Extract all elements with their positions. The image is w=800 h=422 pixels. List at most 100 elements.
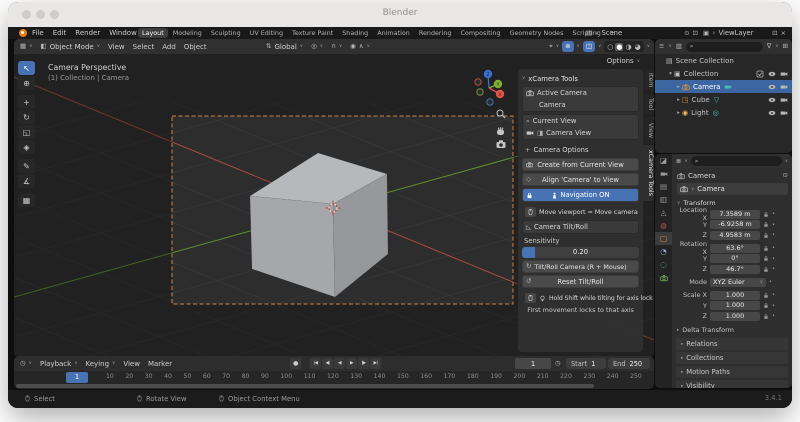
viewlayer-selector[interactable]: ▣ ∨ ViewLayer ⊡ × xyxy=(703,27,786,39)
tool-transform-button[interactable]: ◈ xyxy=(18,140,35,154)
properties-tab-tool[interactable]: ◪ xyxy=(655,154,672,167)
scene-name[interactable]: Scene xyxy=(601,29,681,37)
overlays-toggle[interactable]: ⊚ xyxy=(562,41,573,52)
lock-icon[interactable] xyxy=(763,292,769,299)
gizmo-neg-y-axis[interactable] xyxy=(477,89,483,95)
animate-dot-icon[interactable]: • xyxy=(772,292,775,298)
properties-tab-constraints[interactable]: ◔ xyxy=(655,245,672,258)
animate-dot-icon[interactable]: • xyxy=(772,222,775,228)
create-from-view-button[interactable]: Create from Current View xyxy=(522,158,639,171)
tool-add-cube-button[interactable]: ▦ xyxy=(18,193,35,207)
panel-header[interactable]: ∨xCamera Tools xyxy=(522,73,639,84)
gizmo-toggle-icon[interactable]: ⌖ xyxy=(549,43,553,50)
end-frame-field[interactable]: End250 xyxy=(608,358,650,369)
tool-measure-button[interactable]: ∡ xyxy=(18,174,35,188)
current-frame-marker[interactable]: 1 xyxy=(66,372,88,383)
reset-tiltroll-button[interactable]: ↺Reset Tilt/Roll xyxy=(522,275,639,288)
lock-icon[interactable] xyxy=(763,266,769,273)
sidebar-tab-item[interactable]: Item xyxy=(643,69,654,91)
clock-icon[interactable]: ◷ xyxy=(555,360,561,367)
section-motion-paths[interactable]: ▸Motion Paths xyxy=(676,366,788,378)
orientation-dropdown[interactable]: Global xyxy=(274,43,296,51)
camera-options-header[interactable]: +Camera Options xyxy=(522,144,639,156)
outliner-item-name[interactable]: Scene Collection xyxy=(676,57,734,65)
tab-sculpting[interactable]: Sculpting xyxy=(207,28,245,38)
animate-dot-icon[interactable]: • xyxy=(772,256,775,262)
tab-modeling[interactable]: Modeling xyxy=(169,28,206,38)
properties-tab-physics[interactable]: ◌ xyxy=(655,258,672,271)
timeline-menu-view[interactable]: View xyxy=(123,360,140,368)
gizmo-neg-z-axis[interactable] xyxy=(487,99,493,105)
menu-render[interactable]: Render xyxy=(75,29,100,37)
timeline-menu-playback[interactable]: Playback∨ xyxy=(40,360,78,368)
eye-icon[interactable] xyxy=(768,83,776,91)
material-shading-icon[interactable]: ◑ xyxy=(624,43,632,51)
outliner-row-cube[interactable]: ▸◳Cube▽ xyxy=(655,93,792,106)
menu-window[interactable]: Window xyxy=(109,29,137,37)
properties-tab-world[interactable]: ◍ xyxy=(655,219,672,232)
value-field[interactable]: -6.9258 m xyxy=(710,220,760,229)
tool-move-button[interactable]: + xyxy=(18,95,35,109)
play-button[interactable]: ▶ xyxy=(346,358,357,369)
tab-rendering[interactable]: Rendering xyxy=(415,28,456,38)
outliner-row-collection[interactable]: ▾▣Collection xyxy=(655,67,792,80)
sidebar-tab-view[interactable]: View xyxy=(643,117,654,143)
timeline-ruler[interactable]: 1 10203040506070809010011012013014015016… xyxy=(14,371,654,389)
camera-render-toggle-icon[interactable] xyxy=(780,83,788,91)
record-button[interactable]: ● xyxy=(290,358,301,369)
properties-search-input[interactable]: ⌕ xyxy=(691,156,782,166)
proportional-edit-icon[interactable]: ◉ xyxy=(350,43,356,50)
start-frame-field[interactable]: Start1 xyxy=(566,358,606,369)
viewport-menu-add[interactable]: Add xyxy=(162,43,176,51)
outliner-item-name[interactable]: Camera xyxy=(693,83,720,91)
tool-cursor-button[interactable]: ⊕ xyxy=(18,76,35,90)
eye-icon[interactable] xyxy=(768,70,776,78)
next-keyframe-button[interactable]: |▶ xyxy=(358,358,369,369)
eye-icon[interactable] xyxy=(768,109,776,117)
lock-icon[interactable] xyxy=(763,245,769,252)
timeline-editor-button[interactable]: ◷∨ xyxy=(20,360,32,367)
properties-tab-view-layer[interactable]: ▥ xyxy=(655,193,672,206)
scene-selector[interactable]: ▤ ∨ Scene ⊙ ⊡ xyxy=(586,27,698,39)
scene-collection-icon[interactable]: ▤ xyxy=(666,57,673,65)
lock-icon[interactable] xyxy=(763,313,769,320)
lock-icon[interactable] xyxy=(763,302,769,309)
camera-render-toggle-icon[interactable] xyxy=(780,109,788,117)
copy-icon[interactable]: ⊡ xyxy=(693,30,698,37)
value-field[interactable]: 1.000 xyxy=(710,291,760,300)
light-data-icon[interactable]: ◎ xyxy=(713,109,719,117)
camera-object-icon[interactable] xyxy=(682,83,690,91)
viewport-menu-view[interactable]: View xyxy=(108,43,125,51)
properties-tab-output[interactable]: ▤ xyxy=(655,180,672,193)
align-camera-button[interactable]: ◇Align 'Camera' to View xyxy=(522,173,639,186)
navigation-toggle-button[interactable]: Navigation ON xyxy=(522,188,639,202)
jump-start-button[interactable]: |◀ xyxy=(310,358,321,369)
outliner-search-input[interactable]: ⌕ xyxy=(686,42,763,52)
value-field[interactable]: 63.6° xyxy=(710,244,760,253)
rotation-mode-dropdown[interactable]: XYZ Euler∨ xyxy=(710,278,766,287)
expand-icon[interactable]: ▸ xyxy=(675,84,682,90)
timeline-scrollbar[interactable] xyxy=(16,384,594,388)
tool-scale-button[interactable]: ◱ xyxy=(18,125,35,139)
value-field[interactable]: 1.000 xyxy=(710,312,760,321)
blender-logo-icon[interactable] xyxy=(19,29,27,37)
animate-dot-icon[interactable]: • xyxy=(772,211,775,217)
tool-annotate-button[interactable]: ✎ xyxy=(18,159,35,173)
rendered-shading-icon[interactable]: ◕ xyxy=(634,43,642,51)
properties-tab-camera-data[interactable] xyxy=(655,271,672,284)
timeline-menu-keying[interactable]: Keying∨ xyxy=(86,360,116,368)
tab-shading[interactable]: Shading xyxy=(338,28,372,38)
lock-icon[interactable] xyxy=(763,221,769,228)
object-id-field[interactable]: ∨ Camera xyxy=(677,183,788,195)
expand-icon[interactable]: ▾ xyxy=(667,71,674,77)
animate-dot-icon[interactable]: • xyxy=(772,313,775,319)
camera-render-toggle-icon[interactable] xyxy=(780,96,788,104)
sidebar-tab-xcamera-tools[interactable]: xCamera Tools xyxy=(643,145,654,201)
outliner-row-light[interactable]: ▸◉Light◎ xyxy=(655,106,792,119)
copy-icon[interactable]: ⊡ xyxy=(772,30,777,37)
value-field[interactable]: 7.3589 m xyxy=(710,210,760,219)
current-frame-field[interactable]: 1 xyxy=(515,358,551,369)
animate-dot-icon[interactable]: • xyxy=(772,245,775,251)
properties-tab-object[interactable]: ▢ xyxy=(655,232,672,245)
section-collections[interactable]: ▸Collections xyxy=(676,352,788,364)
